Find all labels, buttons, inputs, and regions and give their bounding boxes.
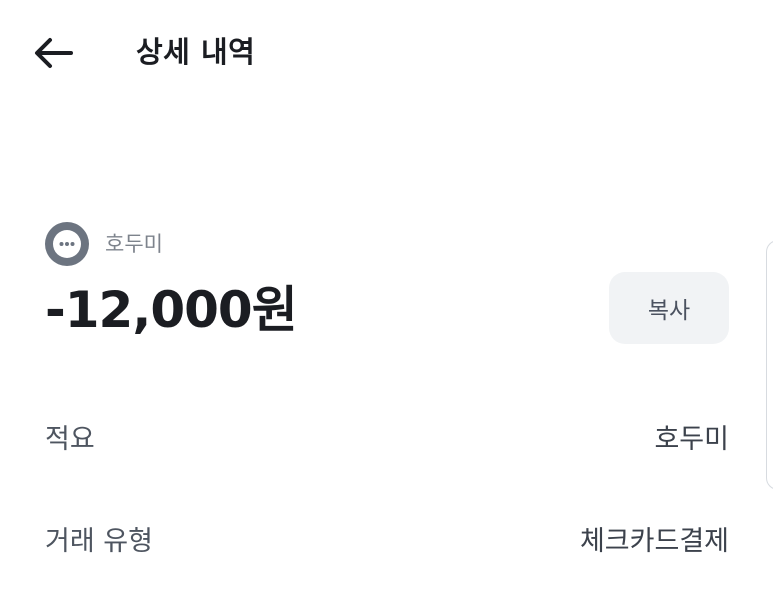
detail-row-memo: 적요 호두미 — [45, 418, 729, 462]
copy-button[interactable]: 복사 — [609, 272, 729, 344]
merchant-name: 호두미 — [105, 232, 163, 256]
page-title: 상세 내역 — [136, 35, 256, 69]
more-dots-icon — [59, 242, 75, 246]
top-app-bar: 상세 내역 — [0, 0, 773, 104]
detail-value-transaction-type: 체크카드결제 — [579, 526, 729, 557]
back-button[interactable] — [30, 30, 76, 76]
arrow-left-icon — [35, 38, 73, 68]
detail-value-memo: 호두미 — [654, 424, 729, 455]
detail-label-memo: 적요 — [45, 424, 95, 455]
detail-label-transaction-type: 거래 유형 — [45, 526, 153, 557]
detail-row-transaction-type: 거래 유형 체크카드결제 — [45, 520, 729, 564]
merchant-avatar — [45, 222, 89, 266]
merchant-row: 호두미 — [45, 222, 163, 266]
transaction-amount: -12,000원 — [45, 281, 298, 339]
side-panel-edge[interactable] — [766, 240, 773, 490]
